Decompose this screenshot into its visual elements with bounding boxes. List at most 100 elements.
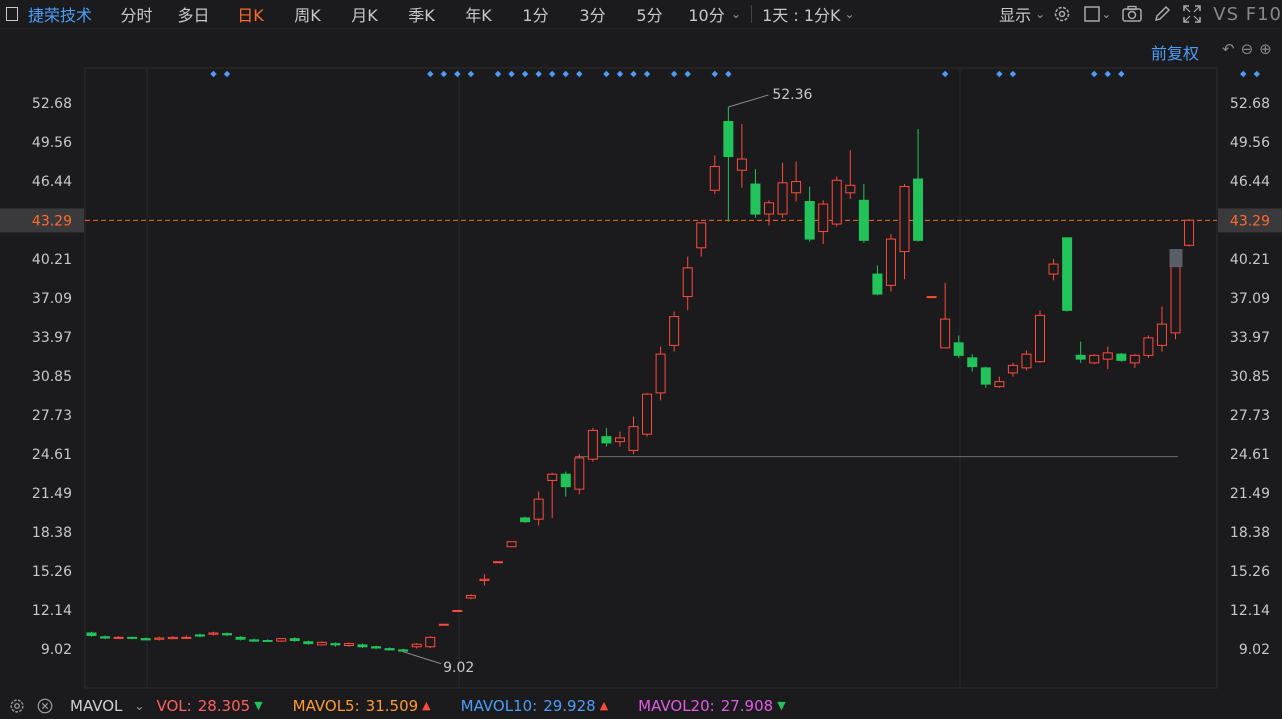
y-tick-label-left: 40.21 bbox=[32, 252, 72, 268]
chevron-down-icon[interactable]: ⌄ bbox=[134, 699, 144, 713]
event-marker bbox=[684, 70, 691, 78]
event-marker bbox=[1240, 70, 1247, 78]
y-tick-label-left: 30.85 bbox=[32, 369, 72, 385]
candle-down bbox=[953, 342, 964, 356]
candle-up bbox=[425, 636, 436, 648]
y-tick-label-left: 37.09 bbox=[32, 291, 72, 307]
mavol10-value: 29.928 bbox=[543, 696, 596, 715]
candle-up bbox=[926, 296, 937, 299]
candle-down bbox=[235, 636, 246, 640]
candle-down bbox=[750, 183, 761, 215]
candle-up bbox=[764, 202, 774, 215]
y-tick-label-left: 33.97 bbox=[32, 330, 72, 346]
mavol5-label: MAVOL5: bbox=[292, 696, 360, 715]
event-marker bbox=[1009, 70, 1017, 78]
candle-up bbox=[1102, 352, 1113, 360]
candle-up bbox=[438, 623, 449, 626]
event-marker bbox=[630, 70, 637, 78]
event-marker bbox=[1104, 70, 1111, 78]
candle-down bbox=[100, 636, 111, 639]
candle-up bbox=[899, 186, 910, 253]
event-marker bbox=[996, 70, 1003, 78]
candle-down bbox=[520, 517, 531, 523]
candle-up bbox=[628, 426, 639, 451]
candle-down bbox=[222, 633, 232, 636]
down-arrow-icon: ▼ bbox=[777, 699, 786, 712]
candle-down bbox=[303, 641, 314, 645]
y-tick-label-right: 30.85 bbox=[1230, 369, 1270, 385]
up-arrow-icon: ▲ bbox=[422, 699, 431, 712]
selected-candle-highlight bbox=[1169, 249, 1183, 268]
mavol5-value: 31.509 bbox=[365, 696, 419, 715]
event-marker bbox=[494, 70, 502, 78]
plot-area bbox=[84, 67, 1218, 689]
candle-up bbox=[181, 636, 192, 639]
event-marker bbox=[1253, 70, 1260, 78]
candle-up bbox=[479, 578, 490, 581]
y-tick-label-right: 40.21 bbox=[1230, 252, 1270, 268]
candlestick-chart[interactable]: 52.68 52.68 49.56 49.56 46.44 46.44 40.21 40.21… bbox=[0, 0, 1282, 692]
candle-up bbox=[642, 393, 653, 435]
candle-up bbox=[1170, 266, 1181, 334]
candle-up bbox=[1048, 263, 1059, 275]
candle-down bbox=[560, 473, 571, 488]
vol-value: 28.305 bbox=[197, 696, 251, 715]
candle-up bbox=[208, 632, 219, 635]
candle-up bbox=[818, 203, 829, 233]
event-marker bbox=[535, 70, 542, 78]
candle-up bbox=[1129, 354, 1140, 364]
candle-up bbox=[994, 381, 1005, 388]
candle-down bbox=[262, 639, 273, 642]
candle-down bbox=[980, 367, 991, 385]
indicator-name[interactable]: MAVOL bbox=[70, 697, 122, 715]
candle-up bbox=[1143, 337, 1154, 356]
candle-down bbox=[384, 648, 395, 651]
event-marker bbox=[1118, 70, 1125, 78]
candle-up bbox=[940, 318, 951, 349]
event-marker bbox=[427, 70, 434, 78]
y-tick-label-left: 52.68 bbox=[32, 96, 72, 112]
event-marker bbox=[562, 70, 569, 78]
event-marker bbox=[467, 70, 475, 78]
event-marker bbox=[603, 70, 610, 78]
candle-up bbox=[411, 643, 422, 648]
y-tick-label-left: 9.02 bbox=[41, 642, 72, 658]
candle-up bbox=[1035, 314, 1045, 363]
candle-up bbox=[736, 158, 747, 171]
close-circle-icon[interactable] bbox=[34, 695, 56, 717]
event-marker bbox=[616, 70, 624, 78]
candle-up bbox=[343, 643, 354, 646]
candle-down bbox=[140, 638, 151, 641]
candle-up bbox=[831, 179, 842, 225]
y-tick-label-left: 27.73 bbox=[32, 408, 72, 424]
event-marker bbox=[1091, 70, 1098, 78]
y-tick-label-right: 12.14 bbox=[1230, 603, 1270, 619]
mavol10-label: MAVOL10: bbox=[460, 696, 538, 715]
event-marker bbox=[549, 70, 556, 78]
candle-up bbox=[1089, 354, 1100, 364]
event-marker bbox=[941, 70, 949, 78]
y-tick-label-left: 21.49 bbox=[32, 486, 72, 502]
candle-down bbox=[1116, 353, 1127, 361]
y-tick-label-left: 15.26 bbox=[32, 564, 72, 580]
event-marker bbox=[508, 70, 515, 78]
event-marker bbox=[440, 70, 447, 78]
event-marker bbox=[670, 70, 678, 78]
candle-up bbox=[574, 457, 585, 490]
candle-up bbox=[1007, 364, 1018, 374]
settings-gear-icon[interactable] bbox=[6, 695, 28, 717]
candle-up bbox=[493, 561, 503, 564]
candle-up bbox=[533, 498, 544, 520]
low-price-label: 9.02 bbox=[443, 660, 474, 676]
y-tick-label-right: 27.73 bbox=[1230, 408, 1270, 424]
candle-down bbox=[872, 273, 883, 295]
candle-down bbox=[723, 121, 734, 158]
candle-up bbox=[614, 437, 625, 443]
mavol20-label: MAVOL20: bbox=[638, 696, 715, 715]
current-price-label-left: 43.29 bbox=[32, 213, 72, 229]
y-tick-label-right: 49.56 bbox=[1230, 135, 1270, 151]
y-tick-label-left: 18.38 bbox=[32, 525, 72, 541]
candle-down bbox=[858, 199, 869, 241]
up-arrow-icon: ▲ bbox=[599, 699, 609, 712]
event-marker bbox=[223, 70, 231, 78]
